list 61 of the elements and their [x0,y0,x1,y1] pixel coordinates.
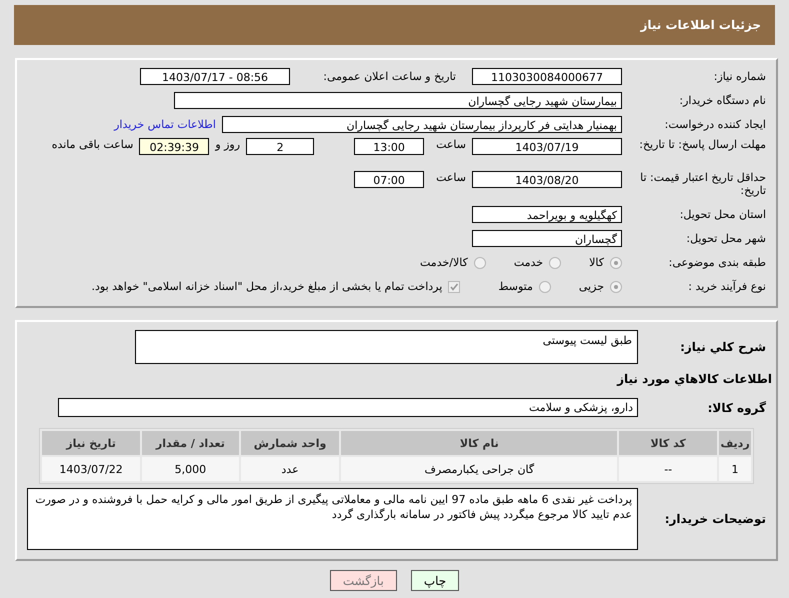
column-header: تعداد / مقدار [142,431,239,455]
field-label: استان محل تحویل: [678,208,767,221]
field-label: شرح کلي نیاز: [679,340,767,354]
field-label: طبقه بندی موضوعی: [668,256,767,269]
radio-button[interactable] [610,256,622,268]
radio-button[interactable] [549,256,562,268]
days-field: 2 [246,138,314,155]
column-header: کد کالا [619,431,718,455]
radio-button[interactable] [610,280,622,292]
field-label: ساعت باقی مانده [52,138,134,151]
field-label: نوع فرآیند خرید : [687,280,767,293]
field-label: روز و [215,138,240,151]
option-label: کالا [589,256,604,269]
table-cell: 1 [719,457,751,481]
checkbox[interactable] [448,280,460,292]
field-label: نام دستگاه خریدار: [678,94,767,107]
page-title: جزئیات اطلاعات نیاز [640,18,761,32]
field-label: ساعت [436,138,466,151]
print-button[interactable]: چاپ [410,570,460,591]
reply-date-field: 1403/07/19 [472,138,622,155]
province-field: کهگیلویه و بویراحمد [472,206,622,223]
table-cell: 5,000 [142,457,239,481]
column-header: تاریخ نیاز [42,431,140,455]
section-title: اطلاعات کالاهاي مورد نیاز [617,372,772,386]
option-label: کالا/خدمت [420,256,468,269]
column-header: واحد شمارش [240,431,340,455]
validity-time-field: 07:00 [354,171,424,188]
column-header: ردیف [719,431,751,455]
option-label: متوسط [498,280,533,293]
goods-group-field: دارو، پزشکی و سلامت [58,398,638,417]
field-label: مهلت ارسال پاسخ: تا تاریخ: [638,138,767,151]
validity-date-field: 1403/08/20 [472,171,622,188]
field-label: توضیحات خریدار: [664,512,767,526]
buyer-name-field: بیمارستان شهید رجایی گچساران [174,92,622,109]
column-header: نام کالا [341,431,618,455]
option-label: جزیی [578,280,604,293]
field-label: حداقل تاریخ اعتبار قیمت: تا تاریخ: [639,171,767,197]
field-label: ساعت [436,171,466,184]
announce-date-field: 1403/07/17 - 08:56 [140,68,290,85]
need-number-field: 1103030084000677 [472,68,622,85]
field-label: گروه کالا: [706,400,767,414]
reply-time-field: 13:00 [354,138,424,155]
payment-note: پرداخت تمام یا بخشی از مبلغ خرید،از محل "اسناد خزانه اسلامی" خواهد بود. [92,280,442,293]
city-field: گچساران [472,230,622,247]
remaining-time-field: 02:39:39 [139,138,210,155]
contact-link[interactable]: اطلاعات تماس خریدار [114,118,216,131]
table-cell: عدد [240,457,340,481]
radio-button[interactable] [538,280,551,292]
description-field: طبق لیست پیوستی [135,330,638,364]
table-cell: -- [619,457,718,481]
field-label: شهر محل تحویل: [685,232,767,245]
radio-button[interactable] [474,256,486,268]
field-label: تاریخ و ساعت اعلان عمومی: [322,70,456,83]
back-button[interactable]: بازگشت [330,570,397,591]
option-label: خدمت [514,256,544,269]
requester-field: بهمنیار هدایتی فر کارپرداز بیمارستان شهید رجایی گچساران [222,116,622,133]
buyer-notes-field: پرداخت غیر نقدی 6 ماهه طبق ماده 97 ایین نامه مالی و معاملاتی پیگیری از طریق امور مالی و کرایه حمل با فروشنده و در صورت عدم تایید کالا مرجوع میگردد پیش فاکتور در سامانه بارگذاری گردد [27,488,638,550]
field-label: ایجاد کننده درخواست: [664,118,767,131]
field-label: شماره نیاز: [712,70,767,83]
table-cell: 1403/07/22 [42,457,140,481]
table-cell: گان جراحی یکبارمصرف [341,457,618,481]
